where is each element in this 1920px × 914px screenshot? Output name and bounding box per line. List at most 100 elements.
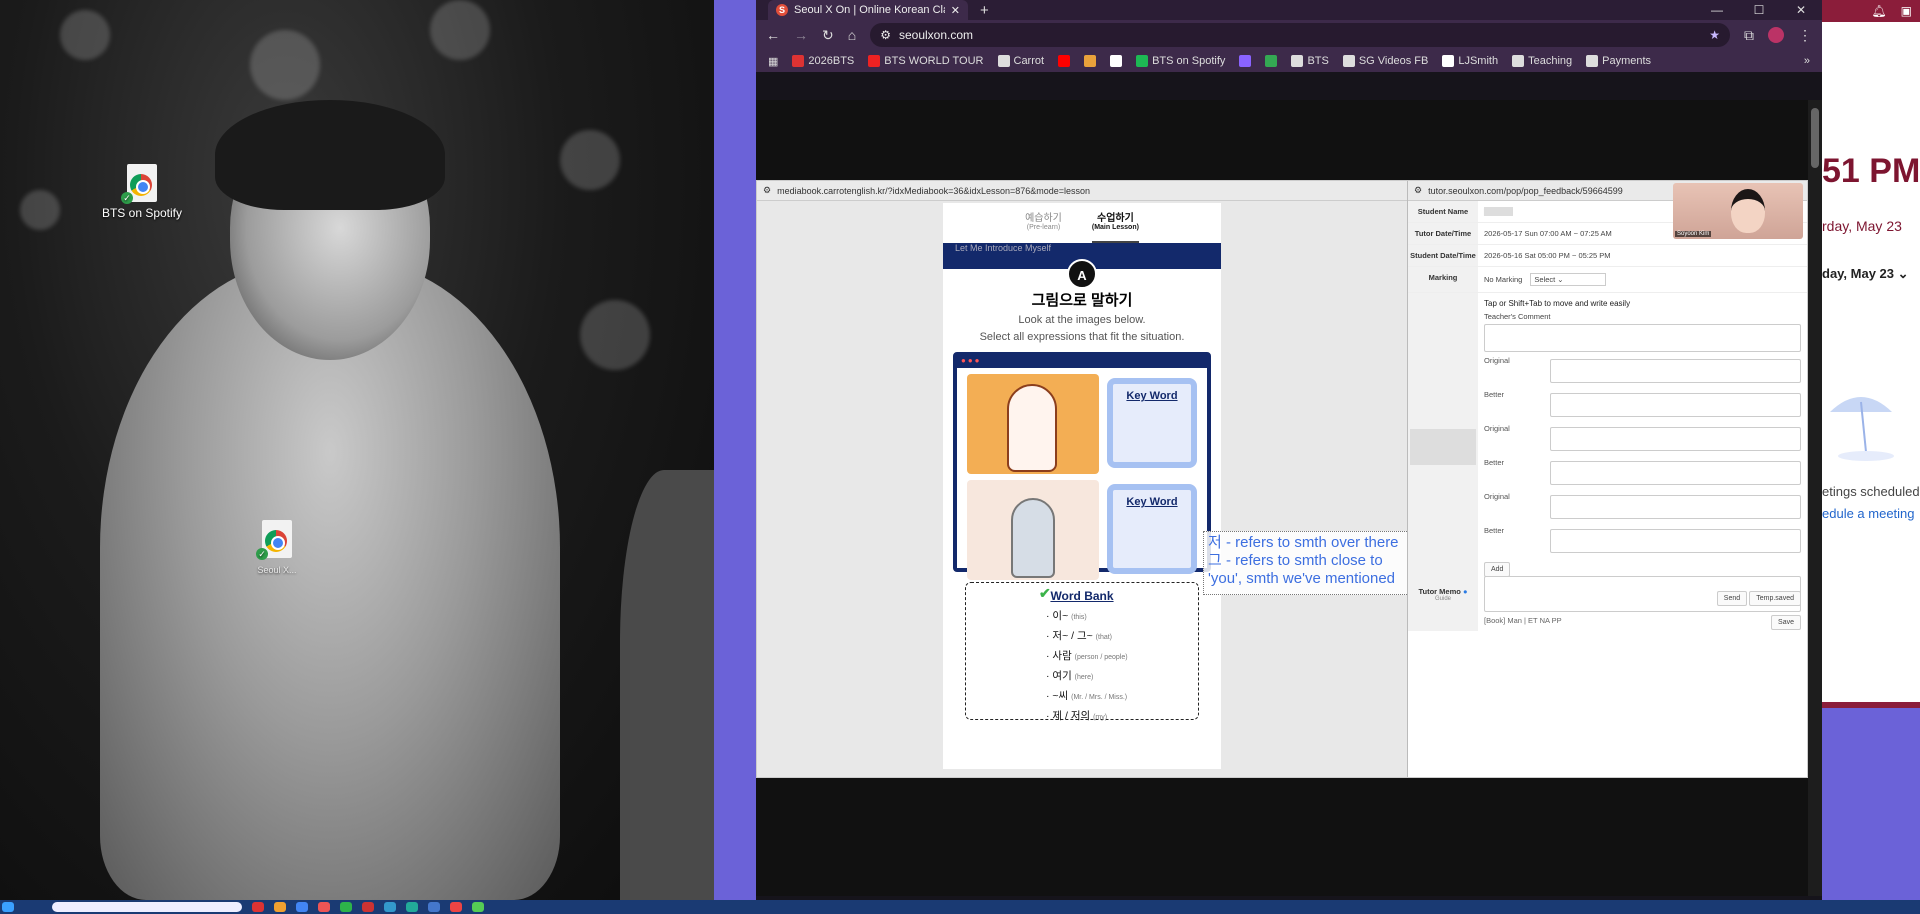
marking-select[interactable]: Select ⌄ [1530,273,1607,286]
start-icon[interactable] [2,902,14,912]
annotation-textbox[interactable]: 저 - refers to smth over there 그 - refers… [1203,531,1439,595]
back-icon[interactable]: ← [766,27,780,43]
bookmark-item[interactable]: SG Videos FB [1342,55,1429,67]
word-bank-gloss: (this) [1071,614,1087,621]
apps-grid-icon[interactable]: ▦ [768,55,778,68]
folder-icon [1291,55,1304,67]
taskbar-app-icon[interactable] [362,902,374,912]
forward-icon[interactable]: → [794,27,808,43]
tab-prelearn[interactable]: 예습하기 (Pre-learn) [1025,209,1062,243]
taskbar-app-icon[interactable] [384,902,396,912]
better-label: Better [1484,526,1505,535]
taskbar-app-icon[interactable] [340,902,352,912]
tab-main-sub: (Main Lesson) [1091,224,1139,231]
better-input[interactable] [1550,393,1801,417]
bookmark-item[interactable] [1084,55,1097,67]
notes-icon[interactable]: ▣ [1901,4,1912,18]
word-bank-item: · 이~ (this) [976,607,1188,627]
taskbar-app-icon[interactable] [296,902,308,912]
word-bank-word: · 제 / 저의 [1046,710,1091,722]
taskbar-search[interactable] [52,902,242,912]
word-bank-word: · 여기 [1046,670,1072,682]
calendar-day-selector[interactable]: day, May 23 ⌄ [1822,266,1909,282]
close-window-icon[interactable]: ✕ [1780,3,1822,17]
reload-icon[interactable]: ↻ [822,27,834,44]
bookmark-item[interactable] [1239,55,1252,67]
keyword-box-1[interactable]: Key Word [1107,378,1197,468]
bookmark-item[interactable]: Carrot [997,55,1044,67]
schedule-meeting-link[interactable]: edule a meeting [1822,506,1915,521]
taskbar-app-icon[interactable] [472,902,484,912]
extensions-icon[interactable]: ⧉ [1744,27,1754,44]
more-bookmarks-icon[interactable]: » [1804,55,1810,67]
save-button[interactable]: Save [1771,615,1801,630]
word-bank-item: · 여기 (here) [976,667,1188,687]
calendar-panel: 🔔︎ ▣ 51 PM rday, May 23 day, May 23 ⌄ et… [1822,0,1920,900]
taskbar-app-icon[interactable] [274,902,286,912]
vertical-scrollbar[interactable] [1808,100,1822,896]
original-input[interactable] [1550,427,1801,451]
tutor-video-thumbnail[interactable]: Soyoon Kim [1673,183,1803,239]
desktop-icon-shortcut[interactable]: ✓ Seoul X... [232,520,322,576]
person-hair [215,100,445,210]
lesson-title: 그림으로 말하기 [1031,292,1133,309]
beach-umbrella-icon [1830,397,1894,461]
desktop-icon-bts-spotify[interactable]: ✓ BTS on Spotify [97,164,187,220]
profile-avatar[interactable] [1768,27,1784,43]
hint-text: Tap or Shift+Tab to move and write easil… [1484,299,1631,308]
taskbar-app-icon[interactable] [428,902,440,912]
tutor-face [1731,189,1765,233]
site-info-icon: ⚙ [1414,185,1423,195]
taskbar-app-icon[interactable] [252,902,264,912]
bell-icon[interactable]: 🔔︎ [1871,4,1886,18]
taskbar-app-icon[interactable] [406,902,418,912]
bookmark-item[interactable]: BTS [1291,55,1329,67]
word-bank-item: · 제 / 저의 (my) [976,707,1188,727]
keyword-box-2[interactable]: Key Word [1107,484,1197,574]
student-datetime-value: 2026-05-16 Sat 05:00 PM ~ 05:25 PM [1484,251,1611,260]
seoulxon-favicon-icon: S [776,4,788,16]
word-bank-item: · 사람 (person / people) [976,647,1188,667]
taskbar-app-icon[interactable] [450,902,462,912]
bookmark-label: 2026BTS [808,55,855,67]
shared-screen: ⚙ mediabook.carrotenglish.kr/?idxMediabo… [756,180,1808,778]
better-input[interactable] [1550,529,1801,553]
bookmark-item[interactable]: Payments [1586,55,1651,67]
tab-seoulxon[interactable]: S Seoul X On | Online Korean Cla ✕ [768,0,968,20]
original-input[interactable] [1550,495,1801,519]
desktop-background [1822,708,1920,900]
word-bank-word: · 저~ / 그~ [1046,630,1093,642]
bookmark-item[interactable]: BTS WORLD TOUR [868,55,984,67]
tutor-memo-input[interactable] [1484,576,1801,612]
address-bar[interactable]: ⚙ seoulxon.com ★ [870,23,1730,47]
youtube-icon [1058,55,1071,67]
bookmark-star-icon[interactable]: ★ [1709,28,1720,42]
taskbar-app-icon[interactable] [318,902,330,912]
close-tab-icon[interactable]: ✕ [951,4,960,17]
original-label: Original [1484,356,1510,365]
bookmark-label: SG Videos FB [1358,55,1429,67]
bookmark-item[interactable]: 2026BTS [792,55,854,67]
bookmark-item[interactable]: Teaching [1512,55,1572,67]
original-input[interactable] [1550,359,1801,383]
bookmark-item[interactable] [1265,55,1278,67]
drive-icon [1265,55,1278,67]
better-input[interactable] [1550,461,1801,485]
tab-main-lesson[interactable]: 수업하기 (Main Lesson) [1091,209,1139,243]
info-icon[interactable]: ● [1463,587,1468,596]
home-icon[interactable]: ⌂ [848,27,856,43]
tab-title: Seoul X On | Online Korean Cla [794,4,945,16]
new-tab-icon[interactable]: + [980,2,989,19]
chrome-shortcut-icon: ✓ [121,164,157,204]
site-settings-icon[interactable]: ⚙ [880,28,891,42]
menu-kebab-icon[interactable]: ⋮ [1798,27,1812,44]
bookmark-item[interactable] [1058,55,1071,67]
bookmark-item[interactable]: LJSmith [1442,55,1498,67]
bookmark-item[interactable]: BTS on Spotify [1136,55,1225,67]
scrollbar-thumb[interactable] [1811,108,1819,168]
bookmark-item[interactable] [1110,55,1123,67]
teacher-comment-input[interactable] [1484,324,1801,352]
maximize-icon[interactable]: ☐ [1738,3,1780,17]
minimize-icon[interactable]: — [1696,3,1738,17]
guide-label[interactable]: Guide [1410,596,1476,602]
